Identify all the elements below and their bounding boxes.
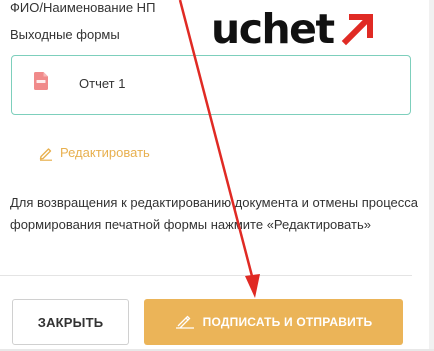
pencil-icon — [39, 148, 52, 161]
uchet-logo: uchet — [211, 5, 416, 53]
output-forms-heading: Выходные формы — [10, 27, 120, 42]
edit-button-label: Редактировать — [60, 145, 150, 160]
close-button-label: ЗАКРЫТЬ — [37, 314, 104, 330]
document-card[interactable]: Отчет 1 — [11, 55, 411, 115]
pdf-file-icon — [34, 72, 48, 90]
edit-button[interactable]: Редактировать — [38, 145, 150, 161]
taxpayer-name-label: ФИО/Наименование НП — [10, 0, 156, 15]
close-button[interactable]: ЗАКРЫТЬ — [12, 299, 129, 345]
signature-icon — [175, 315, 194, 329]
sign-and-send-button[interactable]: ПОДПИСАТЬ И ОТПРАВИТЬ — [144, 299, 403, 345]
logo-arrow-icon — [341, 14, 373, 46]
logo-text: uchet — [211, 5, 335, 53]
sign-document-dialog: ФИО/Наименование НП Выходные формы uchet… — [0, 0, 434, 351]
sign-and-send-label: ПОДПИСАТЬ И ОТПРАВИТЬ — [202, 315, 373, 329]
document-name: Отчет 1 — [79, 76, 126, 91]
edit-instructions-text: Для возвращения к редактированию докумен… — [10, 195, 419, 232]
footer-divider — [0, 275, 412, 276]
scrollbar-track[interactable] — [429, 0, 434, 351]
